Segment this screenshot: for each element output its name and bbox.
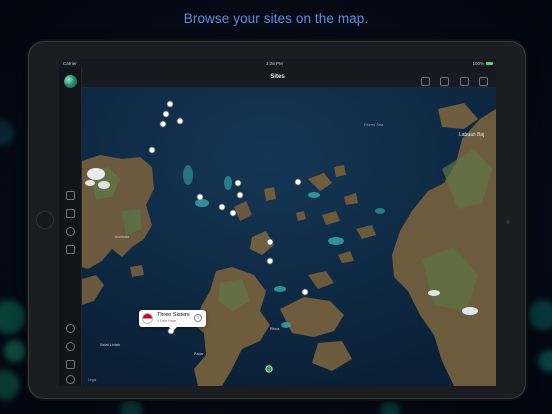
map-label-padar: Padar	[194, 352, 204, 356]
map-label-labuan-bajo: Labuan Baj	[459, 132, 484, 138]
bokeh-dot	[0, 370, 20, 400]
settings-icon[interactable]	[66, 375, 75, 384]
camera-dot	[506, 220, 510, 224]
dive-flag-icon	[142, 313, 153, 324]
callout-site-name: Three Sisters	[157, 312, 190, 318]
globe-icon[interactable]	[420, 77, 430, 86]
status-battery: 100%	[472, 61, 484, 66]
bokeh-dot	[120, 398, 142, 414]
bokeh-dot	[528, 300, 552, 330]
status-bar: Carrier 3:28 PM 100%	[59, 59, 496, 68]
bokeh-dot	[4, 340, 26, 362]
export-icon[interactable]	[66, 360, 75, 369]
dive-site-icon[interactable]	[66, 209, 75, 218]
add-icon[interactable]	[66, 324, 75, 333]
status-carrier: Carrier	[63, 61, 77, 66]
satellite-map[interactable]: Flores Sea Labuan Baj Komodo Selat Linta…	[82, 79, 496, 386]
map-label-rinca: Rinca	[270, 327, 279, 331]
buddies-icon[interactable]	[66, 245, 75, 254]
map-label-flores-sea: Flores Sea	[364, 122, 384, 127]
headline: Browse your sites on the map.	[183, 11, 369, 26]
layers-icon[interactable]	[459, 77, 469, 86]
bokeh-dot	[380, 400, 400, 414]
logbook-icon[interactable]	[66, 191, 75, 200]
map-legal-link[interactable]: Legal	[88, 378, 97, 382]
sync-icon[interactable]	[66, 342, 75, 351]
list-icon[interactable]	[440, 77, 450, 86]
app-screen: Flores Sea Labuan Baj Komodo Selat Linta…	[59, 59, 496, 386]
map-label-komodo: Komodo	[115, 235, 129, 239]
battery-icon	[486, 61, 493, 65]
bokeh-dot	[0, 300, 26, 334]
bokeh-dot	[538, 350, 552, 372]
nav-bar: Sites	[59, 68, 496, 88]
park-pin-icon[interactable]	[265, 365, 273, 373]
callout-dive-count: 1 Dive Here	[157, 319, 176, 323]
bokeh-dot	[0, 120, 14, 146]
app-logo-icon[interactable]	[64, 75, 77, 88]
share-icon[interactable]	[479, 77, 488, 86]
map-label-selat-lintah: Selat Lintah	[100, 343, 120, 347]
status-time: 3:28 PM	[266, 61, 283, 66]
compass-icon[interactable]	[66, 227, 75, 236]
site-callout[interactable]: Three Sisters 1 Dive Here i	[139, 310, 206, 331]
home-button[interactable]	[36, 211, 54, 229]
info-icon[interactable]: i	[194, 314, 202, 322]
nav-actions	[415, 73, 488, 86]
sidebar	[59, 68, 82, 386]
